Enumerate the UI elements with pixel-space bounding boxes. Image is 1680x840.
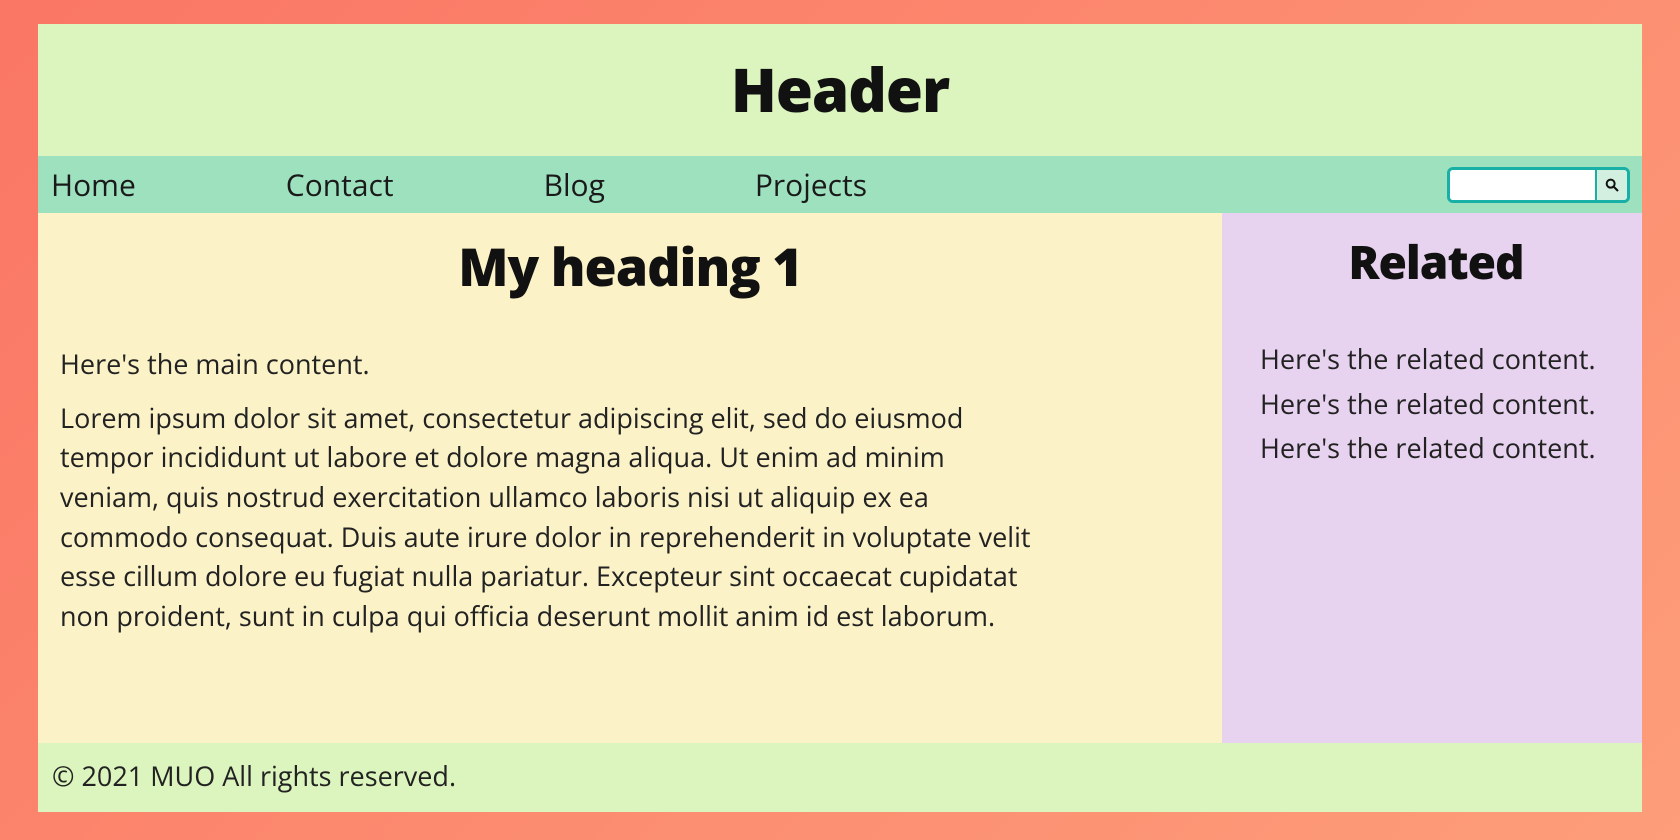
main-content: My heading 1 Here's the main content. Lo… [38,213,1222,743]
nav-link-contact[interactable]: Contact [281,164,399,205]
sidebar-heading: Related [1260,231,1612,293]
sidebar-item: Here's the related content. [1260,426,1612,471]
page-layout: Header Home Contact Blog Projects My hea… [38,24,1642,812]
main-body: Lorem ipsum dolor sit amet, consectetur … [60,398,1040,636]
site-header: Header [38,24,1642,156]
site-title: Header [38,48,1642,130]
main-heading: My heading 1 [60,231,1200,302]
search-icon [1604,177,1620,193]
nav-link-blog[interactable]: Blog [539,164,610,205]
site-footer: © 2021 MUO All rights reserved. [38,743,1642,812]
sidebar-item: Here's the related content. [1260,337,1612,382]
search-box [1447,167,1630,203]
footer-text: © 2021 MUO All rights reserved. [52,757,456,794]
search-button[interactable] [1595,170,1627,200]
nav-link-home[interactable]: Home [46,164,141,205]
main-intro: Here's the main content. [60,344,1040,384]
nav-link-projects[interactable]: Projects [750,164,872,205]
navbar: Home Contact Blog Projects [38,156,1642,213]
content-row: My heading 1 Here's the main content. Lo… [38,213,1642,743]
sidebar-item: Here's the related content. [1260,382,1612,427]
search-input[interactable] [1450,170,1595,200]
sidebar: Related Here's the related content. Here… [1222,213,1642,743]
